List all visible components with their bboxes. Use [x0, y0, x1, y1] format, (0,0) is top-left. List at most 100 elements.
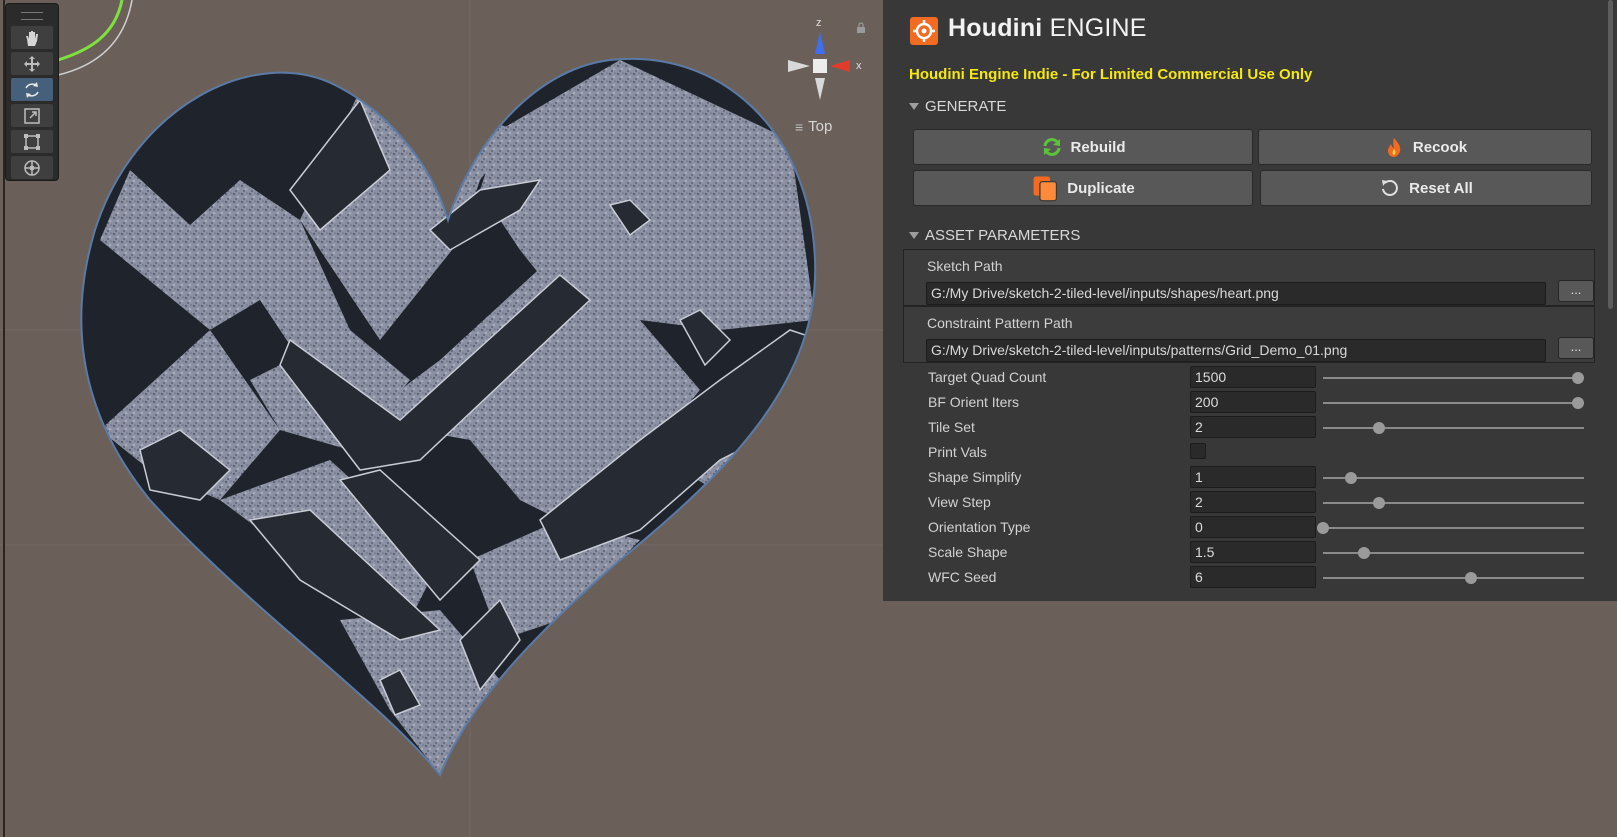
x-axis-cone-icon[interactable]: [830, 60, 850, 72]
panel-scrollbar[interactable]: [1605, 0, 1615, 309]
rect-tool-button[interactable]: [11, 130, 53, 153]
rect-transform-icon: [24, 133, 40, 150]
neg-x-axis-cone-icon[interactable]: [788, 60, 810, 72]
view-step-slider[interactable]: [1323, 497, 1584, 509]
reset-icon: [1382, 180, 1399, 196]
param-label: Print Vals: [928, 444, 987, 460]
recook-label: Recook: [1412, 138, 1468, 156]
param-label: View Step: [928, 494, 991, 510]
rebuild-button[interactable]: Rebuild: [913, 129, 1253, 165]
slider-knob[interactable]: [1373, 422, 1386, 434]
param-row-wfc-seed: WFC Seed 6: [883, 565, 1617, 590]
transform-icon: [24, 159, 40, 176]
logo-bold-text: Houdini: [948, 14, 1043, 42]
generate-section-header[interactable]: GENERATE: [909, 98, 1006, 115]
view-mode-label[interactable]: ≡ Top: [795, 118, 832, 135]
sketch-path-browse-button[interactable]: ...: [1558, 280, 1594, 302]
wfc-seed-slider[interactable]: [1323, 572, 1584, 584]
shape-simplify-field[interactable]: 1: [1190, 466, 1316, 488]
param-label: Target Quad Count: [928, 369, 1047, 385]
tile-set-field[interactable]: 2: [1190, 416, 1316, 438]
print-vals-checkbox[interactable]: [1190, 443, 1206, 459]
neg-z-axis-cone-icon[interactable]: [815, 78, 825, 100]
param-label: Tile Set: [928, 419, 975, 435]
center-cube-icon[interactable]: [813, 59, 827, 73]
param-row-target-quad-count: Target Quad Count 1500: [883, 365, 1617, 390]
duplicate-button[interactable]: Duplicate: [913, 170, 1253, 206]
constraint-pattern-path-group: Constraint Pattern Path G:/My Drive/sket…: [903, 306, 1595, 363]
slider-knob[interactable]: [1572, 397, 1584, 409]
param-row-shape-simplify: Shape Simplify 1: [883, 465, 1617, 490]
wfc-seed-field[interactable]: 6: [1190, 566, 1316, 588]
slider-knob[interactable]: [1317, 522, 1329, 534]
shape-simplify-slider[interactable]: [1323, 472, 1584, 484]
license-notice: Houdini Engine Indie - For Limited Comme…: [909, 66, 1313, 83]
palette-grip-icon[interactable]: [21, 12, 43, 20]
move-icon: [24, 55, 40, 72]
transform-tool-button[interactable]: [11, 156, 53, 179]
slider-knob[interactable]: [1373, 497, 1386, 509]
param-label: WFC Seed: [928, 569, 997, 585]
hamburger-icon: ≡: [795, 118, 804, 135]
axis-x-label: x: [856, 60, 862, 72]
rotation-gizmo-arc[interactable]: [57, 0, 124, 62]
reset-all-button[interactable]: Reset All: [1260, 170, 1592, 206]
target-quad-count-slider[interactable]: [1323, 372, 1584, 384]
constraint-pattern-path-input[interactable]: G:/My Drive/sketch-2-tiled-level/inputs/…: [926, 339, 1546, 362]
houdini-engine-panel: Houdini ENGINE Houdini Engine Indie - Fo…: [883, 0, 1617, 601]
view-name: Top: [808, 118, 833, 135]
param-label: BF Orient Iters: [928, 394, 1020, 410]
param-row-orientation-type: Orientation Type 0: [883, 515, 1617, 540]
scale-shape-slider[interactable]: [1323, 547, 1584, 559]
duplicate-label: Duplicate: [1067, 179, 1135, 197]
tile-set-slider[interactable]: [1323, 422, 1584, 434]
orientation-type-field[interactable]: 0: [1190, 516, 1316, 538]
logo-light-text: ENGINE: [1049, 14, 1147, 42]
bf-orient-iters-field[interactable]: 200: [1190, 391, 1316, 413]
rotate-tool-button[interactable]: [11, 78, 53, 101]
constraint-pattern-browse-button[interactable]: ...: [1558, 337, 1594, 359]
rotation-gizmo-outer-arc[interactable]: [57, 0, 133, 76]
rebuild-label: Rebuild: [1070, 138, 1126, 156]
scale-tool-button[interactable]: [11, 104, 53, 127]
scale-shape-field[interactable]: 1.5: [1190, 541, 1316, 563]
slider-knob[interactable]: [1357, 547, 1370, 559]
heart-level-mesh[interactable]: [80, 57, 820, 777]
scrollbar-thumb[interactable]: [1608, 0, 1613, 309]
scene-canvas[interactable]: [0, 0, 883, 837]
rebuild-icon: [1043, 138, 1060, 156]
slider-knob[interactable]: [1345, 472, 1358, 484]
constraint-pattern-path-label: Constraint Pattern Path: [927, 315, 1073, 331]
duplicate-icon: [1033, 176, 1058, 202]
orientation-type-slider[interactable]: [1317, 522, 1584, 534]
asset-parameters-label: ASSET PARAMETERS: [925, 227, 1081, 244]
target-quad-count-field[interactable]: 1500: [1190, 366, 1316, 388]
collapse-triangle-icon: [909, 232, 919, 239]
param-label: Scale Shape: [928, 544, 1008, 560]
param-row-print-vals: Print Vals: [883, 440, 1617, 465]
flame-icon: [1387, 138, 1401, 157]
hand-tool-button[interactable]: [11, 26, 53, 49]
sketch-path-input[interactable]: G:/My Drive/sketch-2-tiled-level/inputs/…: [926, 282, 1546, 305]
asset-parameters-section-header[interactable]: ASSET PARAMETERS: [909, 227, 1080, 244]
param-label: Orientation Type: [928, 519, 1031, 535]
houdini-engine-logo-text: Houdini ENGINE: [948, 14, 1147, 43]
houdini-logo-icon: [910, 17, 938, 45]
bf-orient-iters-slider[interactable]: [1323, 397, 1584, 409]
slider-knob[interactable]: [1572, 372, 1584, 384]
z-axis-cone-icon[interactable]: [815, 32, 825, 54]
lock-icon[interactable]: [856, 22, 866, 34]
recook-button[interactable]: Recook: [1258, 129, 1592, 165]
move-tool-button[interactable]: [11, 52, 53, 75]
slider-knob[interactable]: [1464, 572, 1477, 584]
view-step-field[interactable]: 2: [1190, 491, 1316, 513]
param-row-bf-orient-iters: BF Orient Iters 200: [883, 390, 1617, 415]
param-row-tile-set: Tile Set 2: [883, 415, 1617, 440]
param-row-scale-shape: Scale Shape 1.5: [883, 540, 1617, 565]
collapse-triangle-icon: [909, 103, 919, 110]
param-row-view-step: View Step 2: [883, 490, 1617, 515]
hand-icon: [26, 30, 38, 46]
scene-viewport[interactable]: z x ≡ Top: [0, 0, 883, 837]
tool-palette: [6, 4, 58, 180]
rotate-icon: [25, 81, 39, 98]
